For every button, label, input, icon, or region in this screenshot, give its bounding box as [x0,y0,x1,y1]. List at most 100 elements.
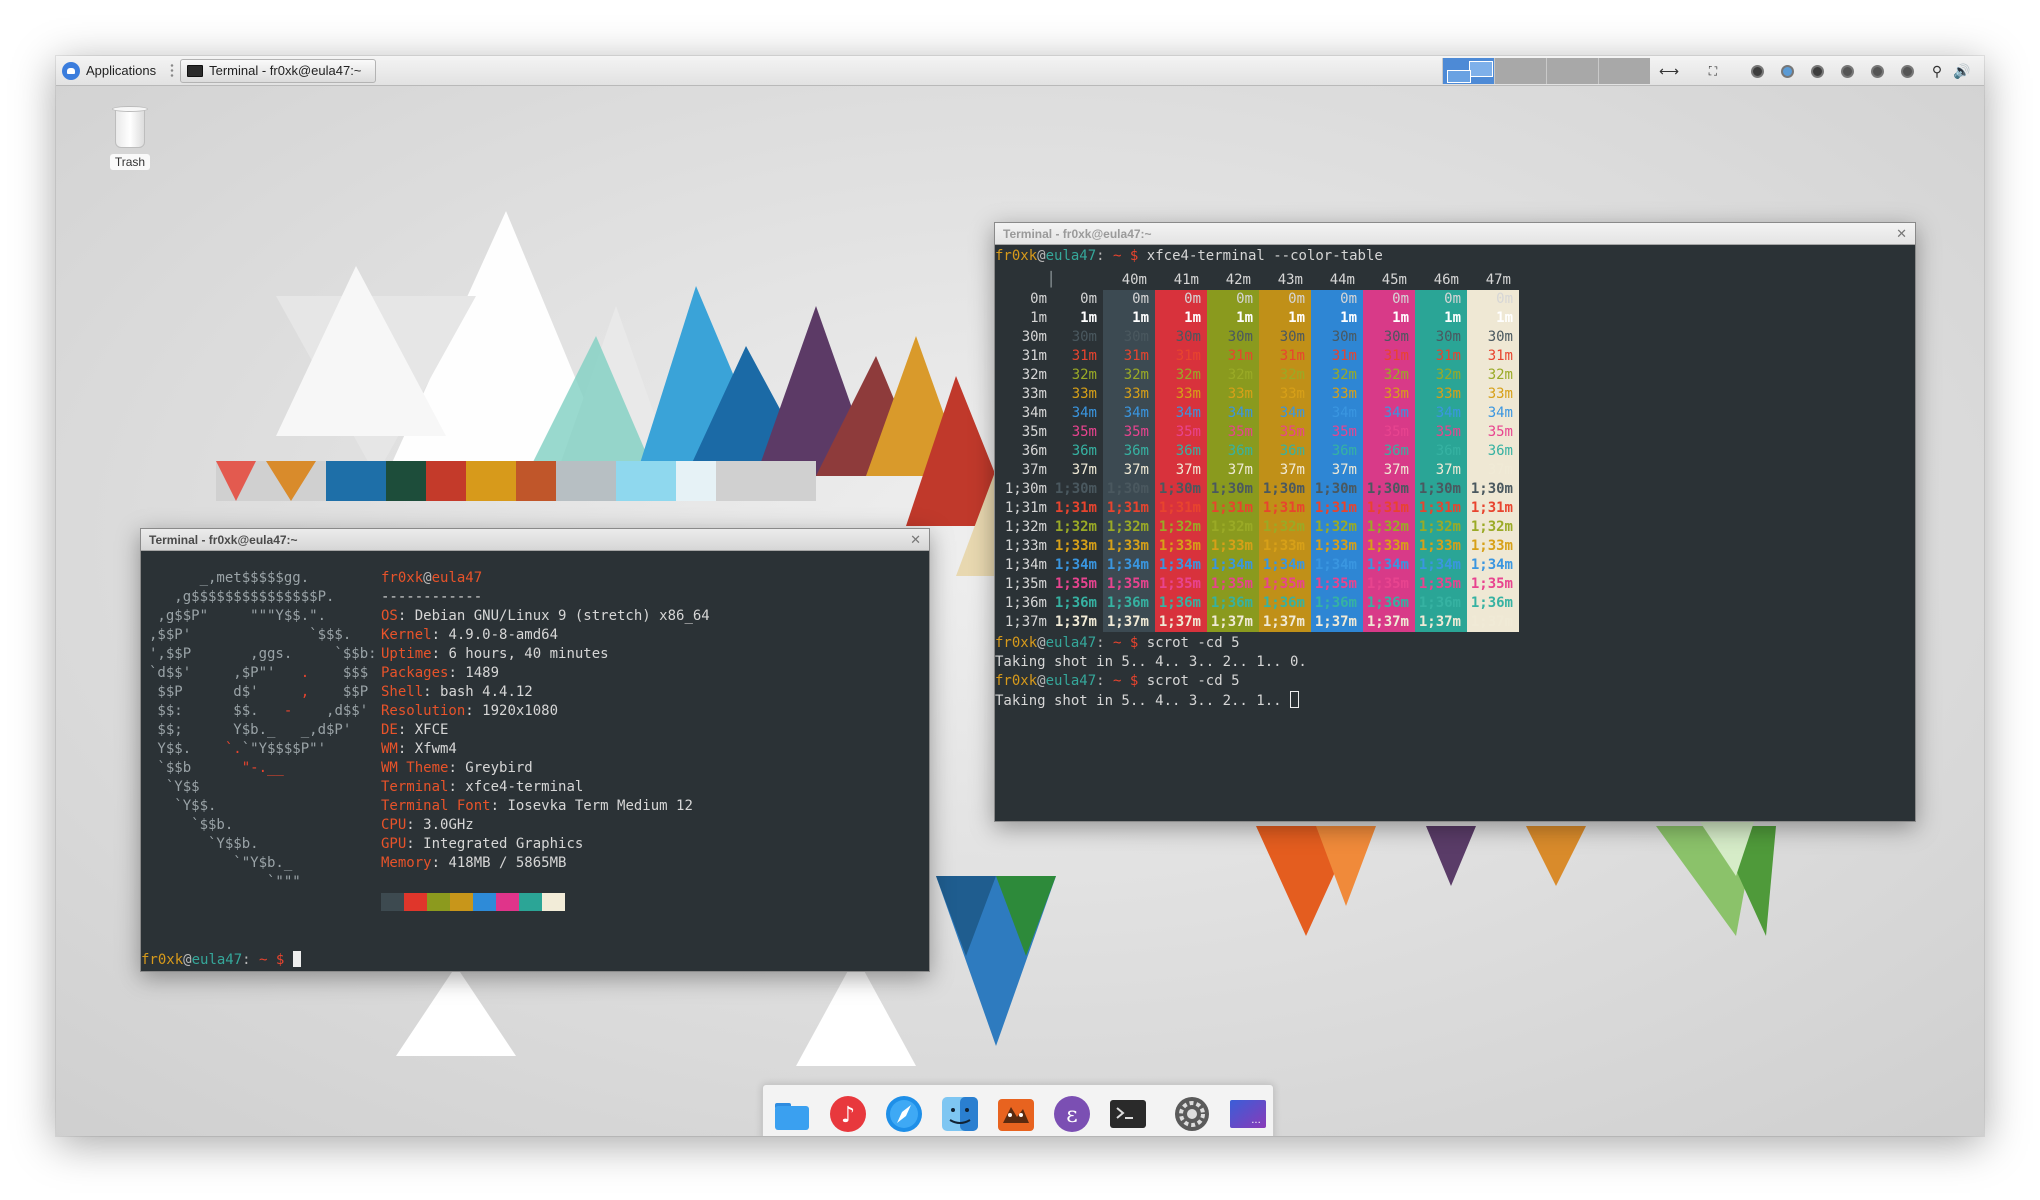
svg-text:♪: ♪ [841,1103,855,1128]
browser-launcher[interactable] [885,1095,923,1133]
desktop-screen: Applications Terminal - fr0xk@eula47:~ ⟷… [56,56,1984,1136]
user-icon[interactable] [1779,63,1795,79]
color-table-cell: 1;32m [1103,518,1155,537]
info-value: XFCE [414,722,449,738]
trash-desktop-icon[interactable]: Trash [102,106,158,171]
color-table-divider: │ [1047,272,1056,288]
color-table-cell: 35m [1071,424,1097,440]
sync-icon[interactable] [1869,63,1885,79]
color-table-cell: 1;30m [1467,480,1519,499]
terminal-content[interactable]: _,met$$$$$gg. ,g$$$$$$$$$$$$$$$P. ,g$$P"… [141,551,929,971]
terminal-window-color-table[interactable]: Terminal - fr0xk@eula47:~ ✕ fr0xk@eula47… [994,222,1916,822]
color-table-cell: 1;31m [1155,499,1207,518]
prompt-host: eula47 [1045,248,1097,264]
color-table-cell: 1;32m [1415,518,1467,537]
color-table-cell: 34m [1363,404,1415,423]
neofetch-info-line: WM: Xfwm4 [381,741,457,757]
back-icon[interactable] [1899,63,1915,79]
volume-icon[interactable]: 🔊 [1953,63,1970,79]
info-value: 3.0GHz [423,817,474,833]
color-table-header: 41m [1173,272,1199,288]
applications-icon [62,61,80,80]
prompt-path: ~ [1113,635,1122,651]
color-table-cell: 1;30m [1311,480,1363,499]
workspace-3[interactable] [1546,58,1598,84]
terminal-window-neofetch[interactable]: Terminal - fr0xk@eula47:~ ✕ _,met$$$$$gg… [140,528,930,972]
color-table-cell: 1;33m [1363,537,1415,556]
color-table-cell: 1;30m [1259,480,1311,499]
color-table-cell: 1;35m [1054,576,1097,592]
color-table-cell: 30m [1155,328,1207,347]
color-table-cell: 31m [1415,347,1467,366]
workspace-4[interactable] [1598,58,1650,84]
color-table-cell: 35m [1207,423,1259,442]
terminal-launcher[interactable] [1109,1095,1147,1133]
color-table-cell: 1;31m [1311,499,1363,518]
info-key: DE [381,722,398,738]
color-table-cell: 1;36m [1363,594,1415,613]
image-editor-launcher[interactable] [997,1095,1035,1133]
taskbar-terminal-button[interactable]: Terminal - fr0xk@eula47:~ [180,58,377,83]
color-table-cell: 34m [1415,404,1467,423]
emacs-launcher[interactable]: ε [1053,1095,1091,1133]
palette-swatch [519,893,542,911]
color-table-cell: 0m [1311,290,1363,309]
color-table-cell: 1;31m [1363,499,1415,518]
color-table-cell: 35m [1259,423,1311,442]
settings-icon[interactable] [1839,63,1855,79]
screenshot-icon[interactable]: ⛶ [1700,63,1726,79]
window-title: Terminal - fr0xk@eula47:~ [1003,226,1152,241]
info-icon[interactable] [1809,63,1825,79]
command-output-text: Taking shot in 5.. 4.. 3.. 2.. 1.. 0. [995,654,1307,670]
prompt-symbol: $ [1129,635,1139,651]
color-table-cell: 34m [1467,404,1519,423]
color-table-row-label: 0m [1030,291,1047,307]
color-table-cell: 37m [1311,461,1363,480]
color-table-cell: 1;30m [1103,480,1155,499]
palette-swatch [473,893,496,911]
color-table-cell: 35m [1415,423,1467,442]
applications-menu-button[interactable]: Applications [56,56,164,86]
color-table-cell: 1;31m [1467,499,1519,518]
window-titlebar[interactable]: Terminal - fr0xk@eula47:~ ✕ [995,223,1915,245]
workspace-2[interactable] [1494,58,1546,84]
color-table-cell: 1;35m [1467,575,1519,594]
command-text: scrot -cd 5 [1146,673,1240,689]
prompt-host: eula47 [1045,635,1097,651]
workspace-launcher[interactable]: ... [1229,1095,1267,1133]
color-table-cell: 1;35m [1207,575,1259,594]
color-table-cell: 33m [1071,386,1097,402]
music-launcher[interactable]: ♪ [829,1095,867,1133]
workspace-1[interactable] [1442,58,1494,84]
neofetch-info-line: Shell: bash 4.4.12 [381,684,533,700]
color-table-cell: 1;33m [1259,537,1311,556]
color-table-cell: 33m [1207,385,1259,404]
color-table-cell: 37m [1259,461,1311,480]
color-table-header: 44m [1329,272,1355,288]
prompt-symbol: $ [275,952,285,968]
search-icon[interactable]: ⚲ [1929,63,1945,79]
files-launcher[interactable] [773,1095,811,1133]
close-icon[interactable]: ✕ [1896,226,1907,242]
color-table-cell: 1;34m [1259,556,1311,575]
color-table-cell: 1;36m [1415,594,1467,613]
window-titlebar[interactable]: Terminal - fr0xk@eula47:~ ✕ [141,529,929,551]
gear-icon [1175,1097,1209,1131]
command-text: xfce4-terminal --color-table [1146,248,1383,264]
info-value: 1920x1080 [482,703,559,719]
color-table-cell: 1;32m [1207,518,1259,537]
info-key: WM [381,741,398,757]
finder-launcher[interactable] [941,1095,979,1133]
color-table-cell: 1;36m [1155,594,1207,613]
color-table-cell: 1;33m [1415,537,1467,556]
settings-launcher[interactable] [1173,1095,1211,1133]
tray-circle-icon[interactable] [1749,63,1765,79]
resize-arrows-icon[interactable]: ⟷ [1656,63,1682,79]
color-table-cell: 30m [1207,328,1259,347]
close-icon[interactable]: ✕ [910,532,921,548]
color-table-cell: 1;31m [1207,499,1259,518]
color-table-cell: 30m [1259,328,1311,347]
terminal-content[interactable]: fr0xk@eula47: ~ $ xfce4-terminal --color… [995,245,1915,821]
info-key: GPU [381,836,407,852]
color-table-cell: 0m [1080,291,1097,307]
